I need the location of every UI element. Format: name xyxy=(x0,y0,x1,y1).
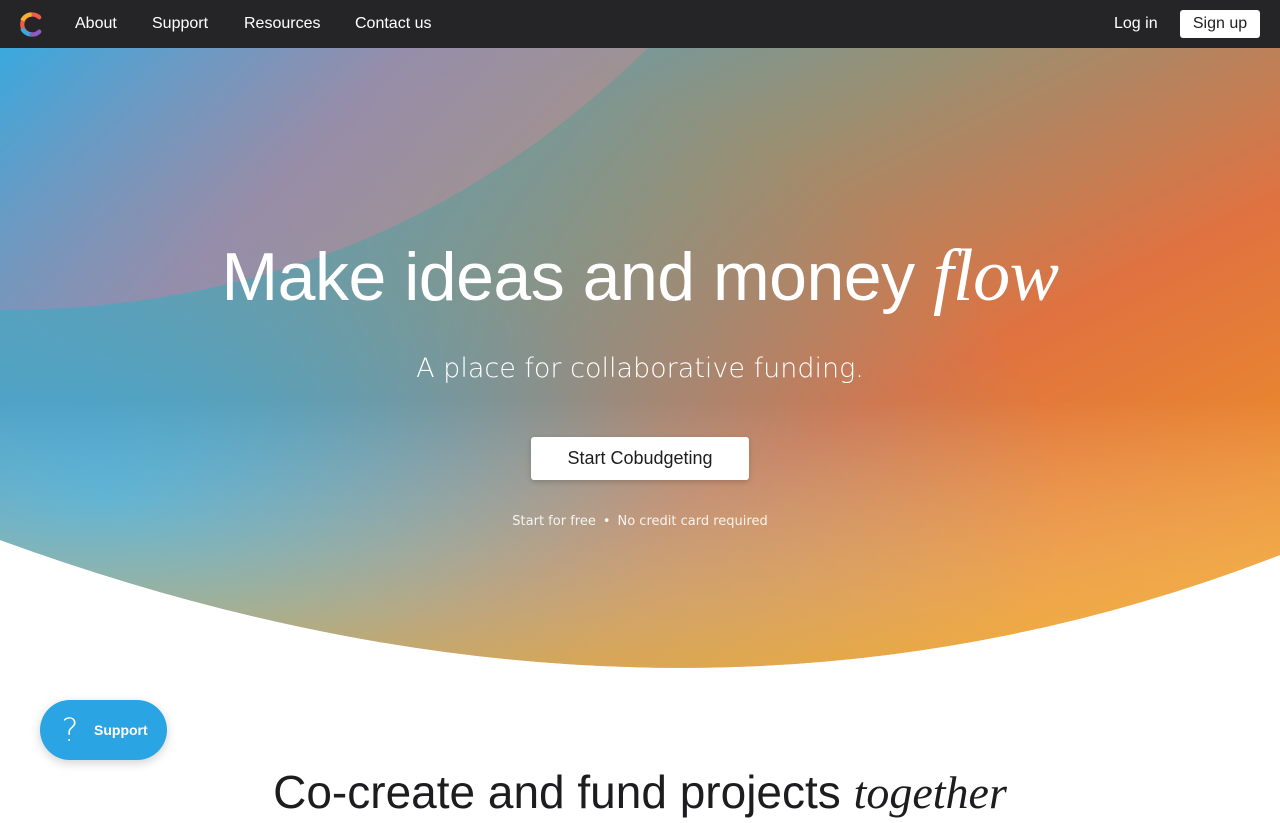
nav-resources-link[interactable]: Resources xyxy=(244,14,320,34)
section-heading-main: Co-create and fund projects xyxy=(273,766,854,818)
question-icon: ? xyxy=(61,711,79,749)
fineprint-no-card: No credit card required xyxy=(617,514,768,529)
fineprint-free: Start for free xyxy=(512,514,596,529)
nav-contact-link[interactable]: Contact us xyxy=(355,14,431,34)
nav-support-link[interactable]: Support xyxy=(152,14,208,34)
nav-about-link[interactable]: About xyxy=(75,14,117,34)
cobudget-logo-icon[interactable] xyxy=(19,12,44,37)
hero-headline: Make ideas and money flow xyxy=(0,236,1280,317)
hero-fineprint: Start for free • No credit card required xyxy=(0,514,1280,530)
section-heading: Co-create and fund projects together xyxy=(0,762,1280,823)
signup-button[interactable]: Sign up xyxy=(1180,10,1260,38)
top-navbar: About Support Resources Contact us Log i… xyxy=(0,0,1280,48)
login-link[interactable]: Log in xyxy=(1114,14,1158,34)
support-widget-label: Support xyxy=(94,722,148,738)
fineprint-separator: • xyxy=(602,514,611,529)
hero-headline-accent: flow xyxy=(932,235,1059,317)
hero-headline-main: Make ideas and money xyxy=(221,239,933,315)
start-cobudgeting-button[interactable]: Start Cobudgeting xyxy=(531,437,749,480)
section-heading-accent: together xyxy=(853,767,1007,818)
hero-subtitle: A place for collaborative funding. xyxy=(416,353,864,384)
